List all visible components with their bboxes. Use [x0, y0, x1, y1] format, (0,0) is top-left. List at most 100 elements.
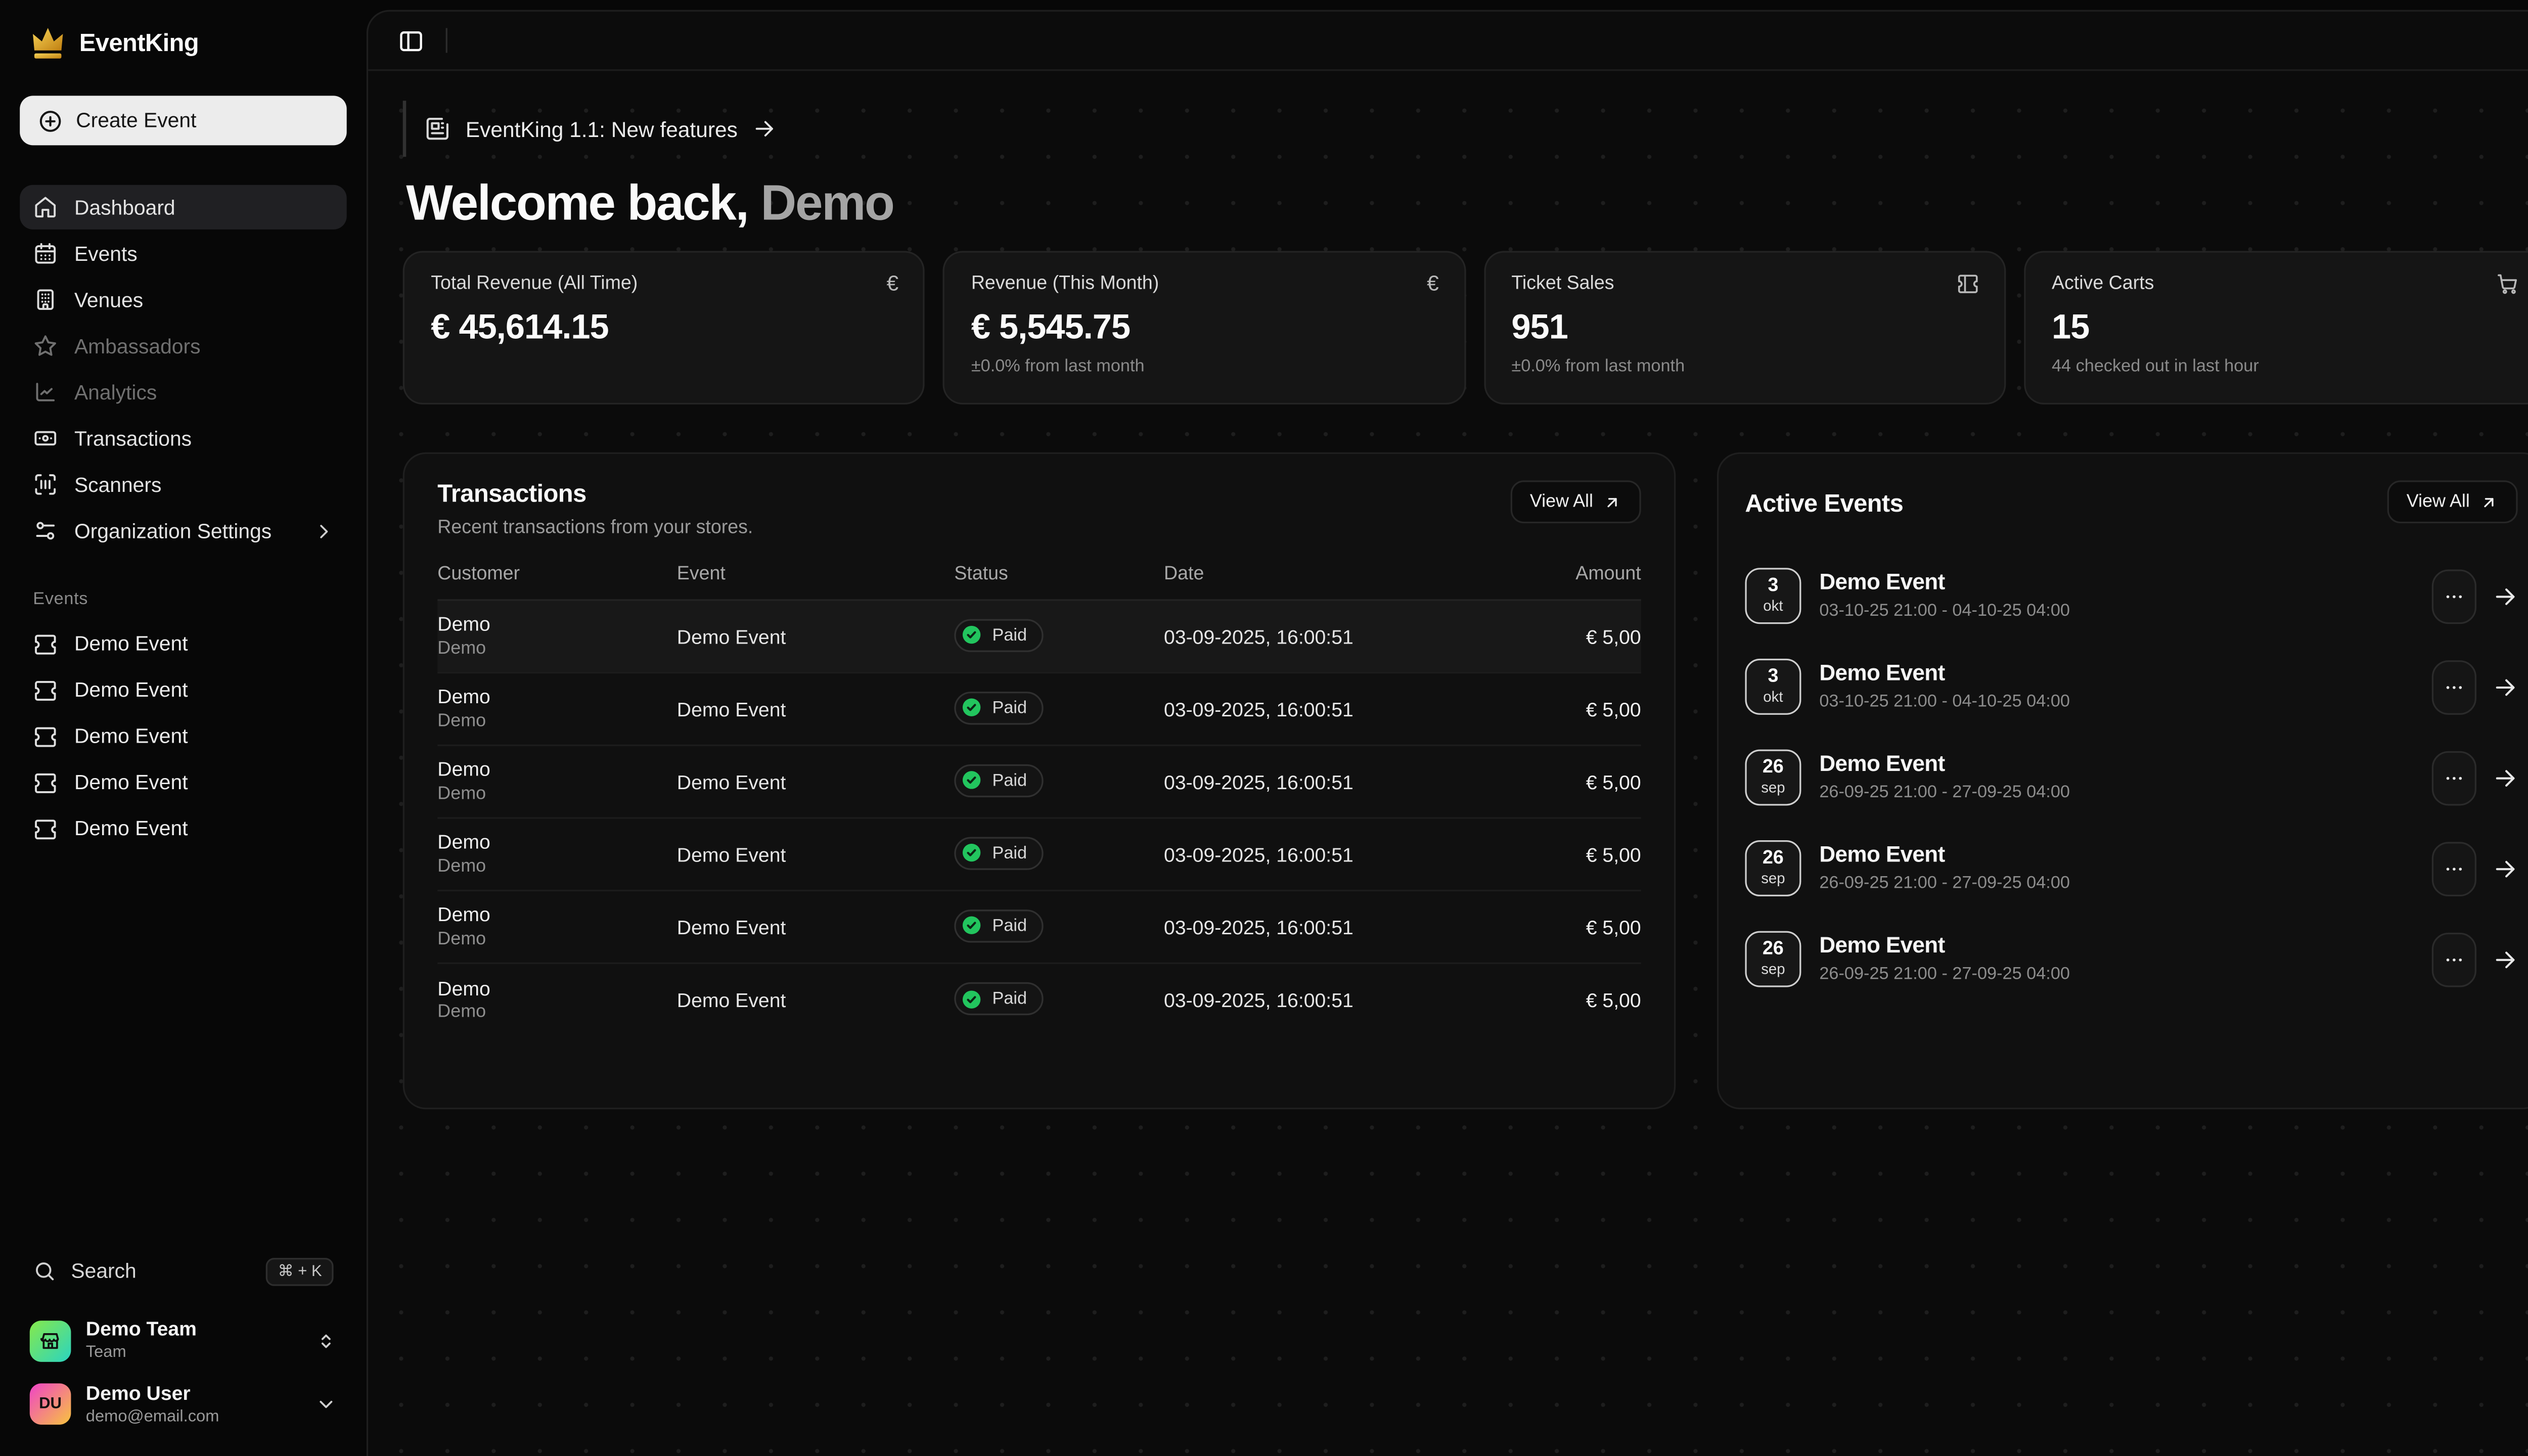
- event-day: 3: [1768, 578, 1778, 598]
- sidebar-item-analytics[interactable]: Analytics: [20, 370, 347, 414]
- status-badge: Paid: [954, 837, 1043, 870]
- event-title: Demo Event: [1819, 842, 2070, 869]
- transactions-view-all-button[interactable]: View All: [1510, 480, 1641, 523]
- star-icon: [33, 334, 58, 358]
- ellipsis-icon: [2444, 676, 2465, 697]
- event-open-arrow[interactable]: [2493, 674, 2518, 699]
- event-open-arrow[interactable]: [2493, 856, 2518, 881]
- active-events-panel: Active Events View All 3 okt: [1717, 452, 2528, 1110]
- event-options-button[interactable]: [2432, 569, 2476, 623]
- status-text: Paid: [992, 698, 1027, 717]
- stat-value: € 5,545.75: [971, 309, 1437, 348]
- settings-sliders-icon: [33, 518, 58, 543]
- event-date-range: 26-09-25 21:00 - 27-09-25 04:00: [1819, 965, 2070, 985]
- event-name: Demo Event: [677, 770, 955, 793]
- check-circle-icon: [961, 624, 982, 646]
- transaction-amount: € 5,00: [1489, 770, 1641, 793]
- table-row[interactable]: Demo Demo Demo Event Paid: [437, 964, 1641, 1037]
- user-name: Demo User: [86, 1383, 219, 1405]
- event-month: okt: [1763, 690, 1783, 704]
- sidebar-event-label: Demo Event: [74, 724, 188, 748]
- arrow-right-icon: [2493, 583, 2518, 608]
- event-month: sep: [1761, 781, 1785, 795]
- sidebar-item-transactions[interactable]: Transactions: [20, 416, 347, 461]
- sidebar-event-item[interactable]: Demo Event: [20, 622, 347, 665]
- sidebar-item-scanners[interactable]: Scanners: [20, 462, 347, 507]
- transaction-date: 03-09-2025, 16:00:51: [1164, 625, 1489, 648]
- ticket-icon: [33, 724, 58, 749]
- sidebar-item-dashboard[interactable]: Dashboard: [20, 185, 347, 230]
- sidebar-item-label: Events: [74, 242, 138, 265]
- customer-subname: Demo: [437, 856, 676, 878]
- sidebar-item-ambassadors[interactable]: Ambassadors: [20, 324, 347, 368]
- event-options-button[interactable]: [2432, 659, 2476, 714]
- sidebar-item-organization-settings[interactable]: Organization Settings: [20, 509, 347, 553]
- sidebar-event-label: Demo Event: [74, 632, 188, 656]
- table-header-row: Customer Event Status Date Amount: [437, 565, 1641, 601]
- stat-label: Ticket Sales: [1511, 274, 1977, 294]
- topbar-divider: [446, 28, 447, 53]
- status-badge: Paid: [954, 764, 1043, 797]
- transaction-amount: € 5,00: [1489, 698, 1641, 721]
- customer-name: Demo: [437, 613, 676, 636]
- event-name: Demo Event: [677, 698, 955, 721]
- team-type: Team: [86, 1344, 197, 1363]
- sidebar: EventKing Create Event Dashboard Events …: [0, 0, 367, 1456]
- transactions-panel: Transactions Recent transactions from yo…: [403, 452, 1676, 1110]
- event-date-badge: 3 okt: [1745, 659, 1801, 715]
- release-banner[interactable]: EventKing 1.1: New features: [403, 101, 776, 157]
- stat-subtext: ±0.0% from last month: [971, 356, 1437, 376]
- active-events-title: Active Events: [1745, 490, 1903, 519]
- event-open-arrow[interactable]: [2493, 947, 2518, 972]
- sidebar-event-item[interactable]: Demo Event: [20, 668, 347, 711]
- stat-card-active-carts: Active Carts 15 44 checked out in last h…: [2023, 251, 2528, 404]
- event-options-button[interactable]: [2432, 750, 2476, 805]
- sidebar-event-item[interactable]: Demo Event: [20, 715, 347, 758]
- dashboard-panels: Transactions Recent transactions from yo…: [403, 452, 2528, 1110]
- welcome-prefix: Welcome back,: [406, 176, 748, 231]
- customer-name: Demo: [437, 977, 676, 1000]
- sidebar-event-item[interactable]: Demo Event: [20, 761, 347, 804]
- dashboard-content: EventKing 1.1: New features Welcome back…: [368, 71, 2528, 1456]
- event-options-button[interactable]: [2432, 841, 2476, 896]
- transaction-date: 03-09-2025, 16:00:51: [1164, 843, 1489, 866]
- transaction-amount: € 5,00: [1489, 916, 1641, 939]
- event-date-badge: 26 sep: [1745, 749, 1801, 805]
- sidebar-item-label: Transactions: [74, 427, 192, 450]
- team-switcher[interactable]: Demo Team Team: [20, 1313, 347, 1370]
- euro-icon: €: [1427, 272, 1439, 294]
- table-row[interactable]: Demo Demo Demo Event Paid: [437, 673, 1641, 746]
- sidebar-event-item[interactable]: Demo Event: [20, 807, 347, 850]
- table-row[interactable]: Demo Demo Demo Event Paid: [437, 746, 1641, 819]
- event-options-button[interactable]: [2432, 932, 2476, 986]
- event-title: Demo Event: [1819, 660, 2070, 687]
- arrow-right-icon: [2493, 856, 2518, 881]
- table-row[interactable]: Demo Demo Demo Event Paid: [437, 819, 1641, 892]
- calendar-icon: [33, 241, 58, 266]
- sidebar-item-events[interactable]: Events: [20, 231, 347, 276]
- event-day: 26: [1763, 941, 1784, 961]
- active-events-view-all-button[interactable]: View All: [2387, 480, 2518, 523]
- chevron-down-icon: [315, 1394, 337, 1415]
- table-row[interactable]: Demo Demo Demo Event Paid: [437, 601, 1641, 674]
- event-open-arrow[interactable]: [2493, 583, 2518, 608]
- status-text: Paid: [992, 916, 1027, 935]
- sidebar-event-label: Demo Event: [74, 678, 188, 702]
- active-event-item: 26 sep Demo Event 26-09-25 21:00 - 27-09…: [1745, 832, 2517, 905]
- sidebar-item-venues[interactable]: Venues: [20, 278, 347, 322]
- events-section-label: Events: [20, 589, 347, 609]
- search-row[interactable]: Search ⌘ + K: [20, 1247, 347, 1297]
- chevron-right-icon: [313, 521, 333, 540]
- transaction-date: 03-09-2025, 16:00:51: [1164, 989, 1489, 1012]
- stat-value: 951: [1511, 309, 1977, 348]
- sidebar-toggle-button[interactable]: [398, 27, 424, 54]
- create-event-label: Create Event: [76, 109, 196, 132]
- table-row[interactable]: Demo Demo Demo Event Paid: [437, 891, 1641, 964]
- search-label: Search: [71, 1260, 136, 1284]
- user-menu[interactable]: DU Demo User demo@email.com: [20, 1376, 347, 1433]
- view-all-label: View All: [2407, 492, 2470, 512]
- event-day: 26: [1763, 850, 1784, 870]
- create-event-button[interactable]: Create Event: [20, 96, 347, 145]
- event-open-arrow[interactable]: [2493, 765, 2518, 790]
- user-email: demo@email.com: [86, 1407, 219, 1427]
